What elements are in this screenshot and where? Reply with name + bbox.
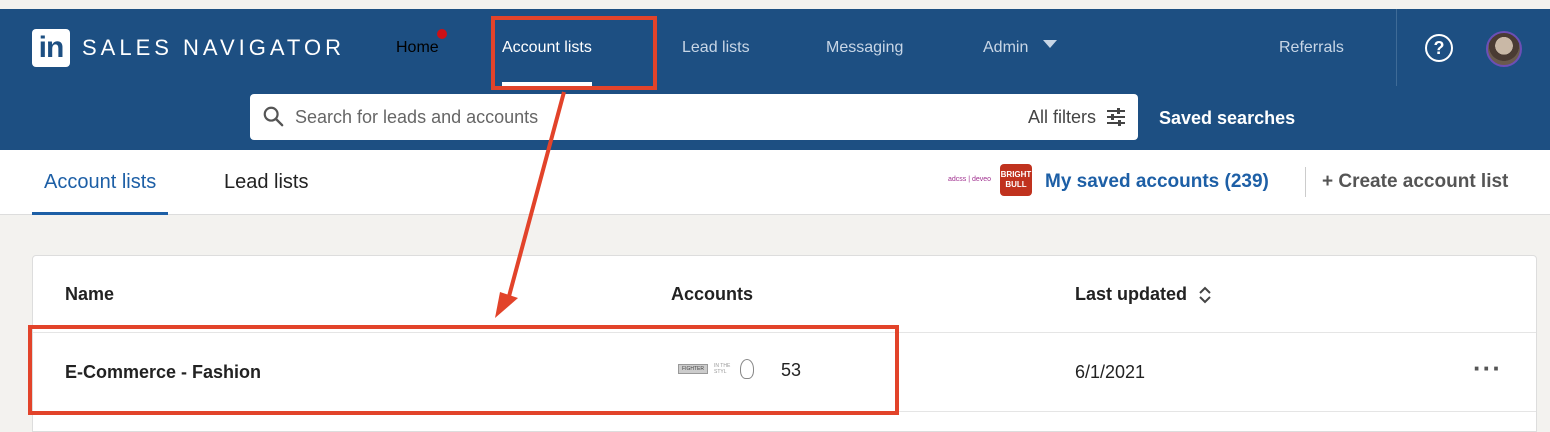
- nav-messaging-label: Messaging: [826, 39, 904, 56]
- sliders-icon: [1107, 108, 1125, 126]
- sub-navigation-bar: Account lists Lead lists: [0, 150, 1550, 215]
- nav-referrals[interactable]: Referrals: [1279, 9, 1344, 86]
- nav-messaging[interactable]: Messaging: [826, 9, 903, 86]
- highlight-box-row: [28, 325, 899, 415]
- last-updated-date: 6/1/2021: [1075, 362, 1146, 382]
- my-saved-accounts-link[interactable]: My saved accounts (239): [1045, 150, 1269, 215]
- search-icon: [263, 106, 284, 127]
- linkedin-logo-icon: in: [32, 29, 70, 67]
- help-icon[interactable]: ?: [1425, 34, 1453, 62]
- nav-lead-lists[interactable]: Lead lists: [682, 9, 750, 86]
- column-header-last-updated-label: Last updated: [1075, 284, 1188, 304]
- nav-admin-label: Admin: [983, 39, 1029, 56]
- create-account-list-button[interactable]: + Create account list: [1322, 150, 1508, 215]
- search-box[interactable]: All filters: [250, 94, 1138, 140]
- chevron-down-icon: [1042, 40, 1057, 48]
- nav-lead-lists-label: Lead lists: [682, 39, 750, 56]
- sort-icon: [1199, 286, 1211, 304]
- tab-lead-lists[interactable]: Lead lists: [224, 150, 309, 215]
- all-filters-button[interactable]: All filters: [1028, 94, 1126, 140]
- notification-dot: [436, 29, 447, 39]
- company-logo-strip: adcss | deveo: [948, 176, 992, 183]
- nav-referrals-label: Referrals: [1279, 39, 1344, 56]
- tab-account-lists[interactable]: Account lists: [31, 150, 169, 215]
- saved-searches-link[interactable]: Saved searches: [1159, 86, 1295, 150]
- top-navigation-bar: in SALES NAVIGATOR Home Account lists Le…: [0, 0, 1550, 86]
- avatar[interactable]: [1486, 31, 1522, 67]
- search-bar-row: All filters Saved searches: [0, 86, 1550, 150]
- column-header-name[interactable]: Name: [65, 256, 114, 332]
- all-filters-label: All filters: [1027, 107, 1096, 127]
- column-header-accounts: Accounts: [671, 284, 754, 304]
- brand-title: SALES NAVIGATOR: [82, 35, 345, 60]
- highlight-box-account-lists: [491, 16, 657, 90]
- nav-home-label: Home: [396, 39, 439, 56]
- company-logo-bright-bull: BRIGHT BULL: [1000, 164, 1032, 196]
- brand[interactable]: in SALES NAVIGATOR: [32, 29, 345, 67]
- column-header-last-updated[interactable]: Last updated: [1075, 256, 1212, 332]
- nav-admin[interactable]: Admin: [983, 9, 1057, 86]
- search-input[interactable]: [295, 94, 975, 140]
- more-options-icon[interactable]: ···: [1473, 333, 1502, 411]
- subbar-divider: [1305, 167, 1306, 197]
- nav-divider: [1396, 9, 1397, 86]
- nav-home[interactable]: Home: [396, 9, 447, 86]
- saved-accounts-logos: adcss | deveo BRIGHT BULL: [948, 164, 1032, 196]
